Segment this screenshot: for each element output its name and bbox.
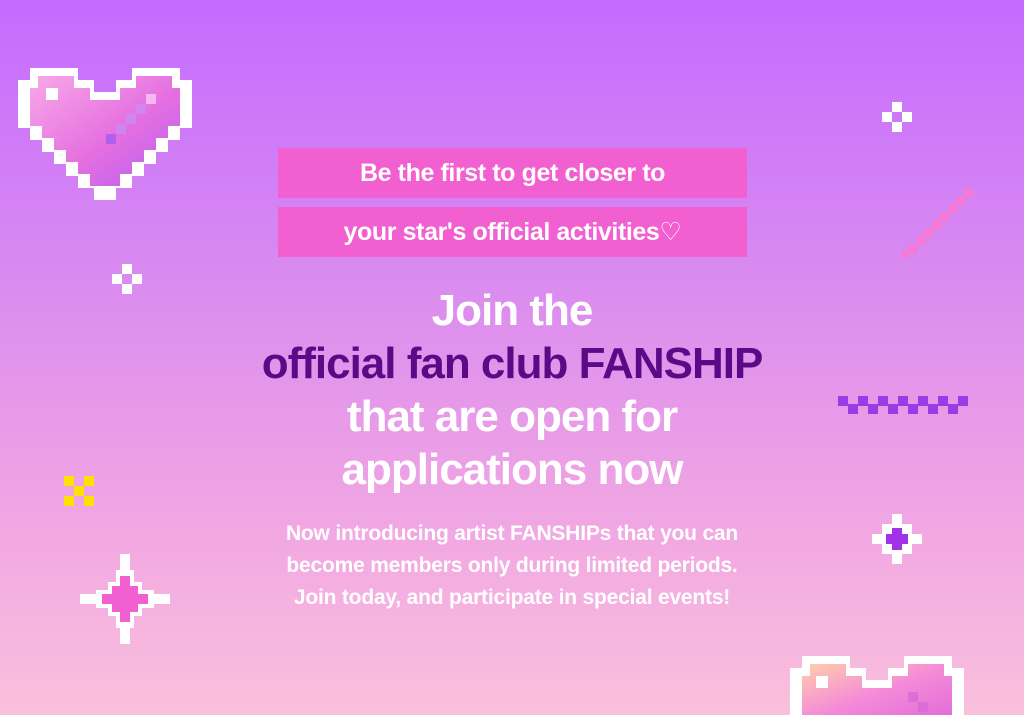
tagline-box: your star's official activities♡: [278, 207, 747, 257]
tagline-line-2: your star's official activities♡: [343, 218, 682, 246]
sparkle-icon: [882, 102, 914, 134]
body-text: Now introducing artist FANSHIPs that you…: [162, 518, 862, 614]
headline: Join the official fan club FANSHIP that …: [112, 284, 912, 496]
pixel-heart-icon: [18, 54, 192, 206]
tagline-line-1: Be the first to get closer to: [359, 158, 666, 187]
sparkle-icon: [64, 476, 96, 508]
headline-line-4: applications now: [341, 445, 684, 494]
body-line-2: become members only during limited perio…: [286, 554, 738, 577]
sparkle-icon: [872, 514, 922, 564]
pixel-dash-icon: [902, 188, 974, 260]
headline-line-1: Join the: [431, 286, 594, 335]
sparkle-icon: [80, 554, 170, 644]
headline-line-2: official fan club FANSHIP: [261, 339, 764, 388]
body-line-1: Now introducing artist FANSHIPs that you…: [285, 522, 739, 545]
pixel-heart-icon: [790, 652, 964, 715]
headline-line-3: that are open for: [346, 392, 678, 441]
body-line-3: Join today, and participate in special e…: [293, 586, 731, 609]
tagline-box: Be the first to get closer to: [278, 148, 747, 198]
fanship-banner: Be the first to get closer to your star'…: [0, 0, 1024, 715]
